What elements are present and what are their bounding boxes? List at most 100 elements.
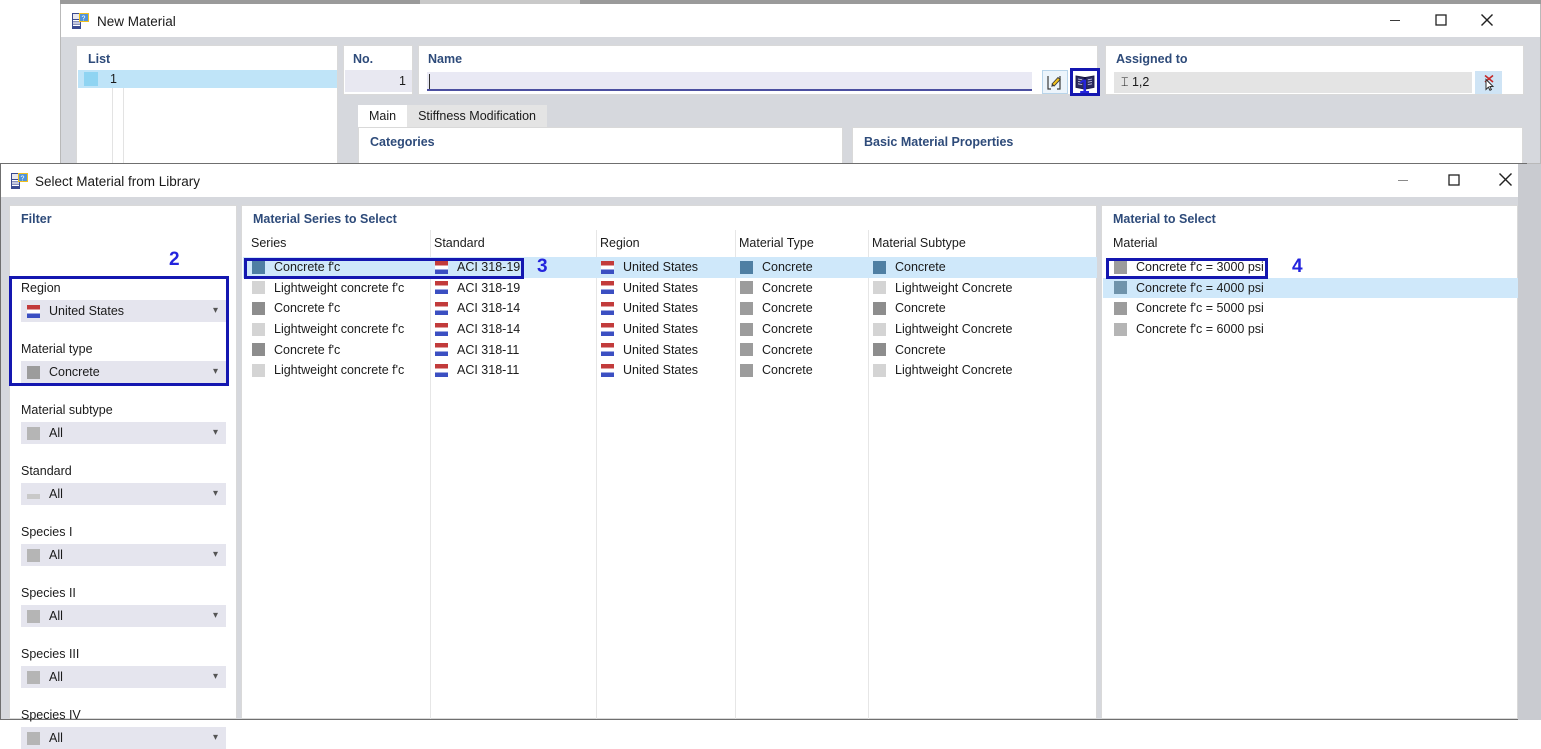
table-row[interactable]: Concrete f'c ACI 318-11 United States Co… xyxy=(243,339,1097,360)
tab-stiffness-modification[interactable]: Stiffness Modification xyxy=(407,105,547,127)
material-series-header: Material Series to Select xyxy=(253,212,397,226)
cell-standard: ACI 318-14 xyxy=(457,322,521,337)
list-column-divider xyxy=(123,88,124,166)
basic-material-properties-header: Basic Material Properties xyxy=(864,135,1014,149)
material-label: Concrete f'c = 6000 psi xyxy=(1136,322,1264,337)
filter-select-species-ii[interactable]: All ▾ xyxy=(21,605,226,627)
column-header-material-type[interactable]: Material Type xyxy=(739,236,814,250)
maximize-button[interactable] xyxy=(1418,4,1464,35)
list-item-swatch xyxy=(84,72,98,86)
library-window-title: Select Material from Library xyxy=(35,174,201,189)
species-iv-swatch xyxy=(27,731,40,745)
filter-value-species-i: All xyxy=(49,548,63,562)
filter-label-species-ii: Species II xyxy=(21,586,76,600)
material-series-panel: Material Series to Select Series Standar… xyxy=(241,205,1097,719)
list-item[interactable]: Concrete f'c = 6000 psi xyxy=(1103,319,1518,340)
minimize-button[interactable] xyxy=(1372,4,1418,35)
cell-series: Concrete f'c xyxy=(274,342,341,357)
close-icon xyxy=(1498,173,1512,186)
list-panel: List 1 xyxy=(76,45,338,166)
minimize-icon xyxy=(1390,19,1400,21)
material-swatch xyxy=(1114,281,1127,295)
filter-value-species-iv: All xyxy=(49,731,63,745)
cell-standard: ACI 318-11 xyxy=(457,363,520,378)
delete-cursor-icon xyxy=(1483,74,1494,91)
column-header-series[interactable]: Series xyxy=(251,236,286,250)
annotation-box-4 xyxy=(1106,258,1268,279)
filter-value-species-iii: All xyxy=(49,670,63,684)
close-icon xyxy=(1481,13,1493,26)
name-input[interactable] xyxy=(427,72,1032,91)
clear-assignment-button[interactable] xyxy=(1475,71,1502,94)
cell-subtype: Concrete xyxy=(895,301,946,316)
species-i-swatch xyxy=(27,548,40,562)
table-row[interactable]: Concrete f'c ACI 318-14 United States Co… xyxy=(243,298,1097,319)
material-to-select-header: Material to Select xyxy=(1113,212,1216,226)
assigned-to-header: Assigned to xyxy=(1116,52,1188,66)
tab-bar: Main Stiffness Modification xyxy=(358,105,1523,127)
list-item[interactable]: 1 xyxy=(78,70,337,88)
filter-select-species-i[interactable]: All ▾ xyxy=(21,544,226,566)
select-material-from-library-window: ? Select Material from Library Filter Re… xyxy=(0,163,1527,749)
filter-select-standard[interactable]: All ▾ xyxy=(21,483,226,505)
material-label: Concrete f'c = 5000 psi xyxy=(1136,301,1264,316)
filter-header: Filter xyxy=(21,212,52,226)
cell-type: Concrete xyxy=(762,363,813,378)
cell-subtype: Concrete xyxy=(895,342,946,357)
table-row[interactable]: Lightweight concrete f'c ACI 318-19 Unit… xyxy=(243,278,1097,299)
name-panel-header: Name xyxy=(428,52,463,66)
library-minimize-button[interactable] xyxy=(1380,164,1426,195)
material-swatch xyxy=(1114,322,1127,336)
close-button[interactable] xyxy=(1464,4,1510,35)
cell-series: Lightweight concrete f'c xyxy=(274,322,405,337)
material-to-select-panel: Material to Select Material Concrete f'c… xyxy=(1101,205,1518,719)
chevron-down-icon: ▾ xyxy=(212,549,218,560)
cell-series: Lightweight concrete f'c xyxy=(274,363,405,378)
column-header-region[interactable]: Region xyxy=(600,236,640,250)
cell-region: United States xyxy=(623,363,699,378)
new-material-titlebar[interactable]: ? New Material xyxy=(61,4,1540,37)
filter-select-material-subtype[interactable]: All ▾ xyxy=(21,422,226,444)
library-titlebar[interactable]: ? Select Material from Library xyxy=(1,164,1526,197)
cell-subtype: Lightweight Concrete xyxy=(895,322,1013,337)
table-row[interactable]: Lightweight concrete f'c ACI 318-14 Unit… xyxy=(243,319,1097,340)
annotation-box-3 xyxy=(244,258,524,279)
list-item[interactable]: Concrete f'c = 4000 psi xyxy=(1103,277,1518,299)
table-row[interactable]: Lightweight concrete f'c ACI 318-11 Unit… xyxy=(243,360,1097,381)
library-maximize-button[interactable] xyxy=(1431,164,1477,195)
filter-select-species-iv[interactable]: All ▾ xyxy=(21,727,226,749)
list-item[interactable]: Concrete f'c = 5000 psi xyxy=(1103,298,1518,319)
column-header-material-subtype[interactable]: Material Subtype xyxy=(872,236,966,250)
filter-value-standard: All xyxy=(49,487,63,501)
svg-text:?: ? xyxy=(82,15,86,22)
column-header-material[interactable]: Material xyxy=(1113,236,1157,250)
material-app-icon: ? xyxy=(72,13,89,29)
tab-main[interactable]: Main xyxy=(358,105,408,127)
filter-value-material-subtype: All xyxy=(49,426,63,440)
assigned-to-field[interactable]: ⌶ 1,2 xyxy=(1114,72,1472,93)
list-panel-header: List xyxy=(88,52,111,66)
new-material-window: ? New Material List 1 No. 1 Name Assigne… xyxy=(60,4,1541,166)
chevron-down-icon: ▾ xyxy=(212,427,218,438)
chevron-down-icon: ▾ xyxy=(212,488,218,499)
list-column-divider xyxy=(112,88,113,166)
number-field[interactable]: 1 xyxy=(345,70,412,92)
material-swatch xyxy=(1114,301,1127,315)
categories-panel: Categories xyxy=(358,127,843,165)
standard-swatch xyxy=(27,493,40,499)
cell-region: United States xyxy=(623,280,699,295)
annotation-4: 4 xyxy=(1292,256,1303,277)
filter-select-species-iii[interactable]: All ▾ xyxy=(21,666,226,688)
cell-type: Concrete xyxy=(762,322,813,337)
svg-text:?: ? xyxy=(21,175,25,182)
annotation-1: 1 xyxy=(1079,77,1090,98)
annotation-box-2 xyxy=(9,276,229,386)
cell-series: Concrete f'c xyxy=(274,301,341,316)
material-app-icon: ? xyxy=(11,173,28,189)
column-header-standard[interactable]: Standard xyxy=(434,236,485,250)
edit-name-button[interactable] xyxy=(1042,70,1068,94)
cell-standard: ACI 318-19 xyxy=(457,280,521,295)
assigned-to-panel: Assigned to ⌶ 1,2 xyxy=(1105,45,1524,95)
maximize-icon xyxy=(1435,13,1447,26)
material-subtype-swatch xyxy=(27,426,40,440)
